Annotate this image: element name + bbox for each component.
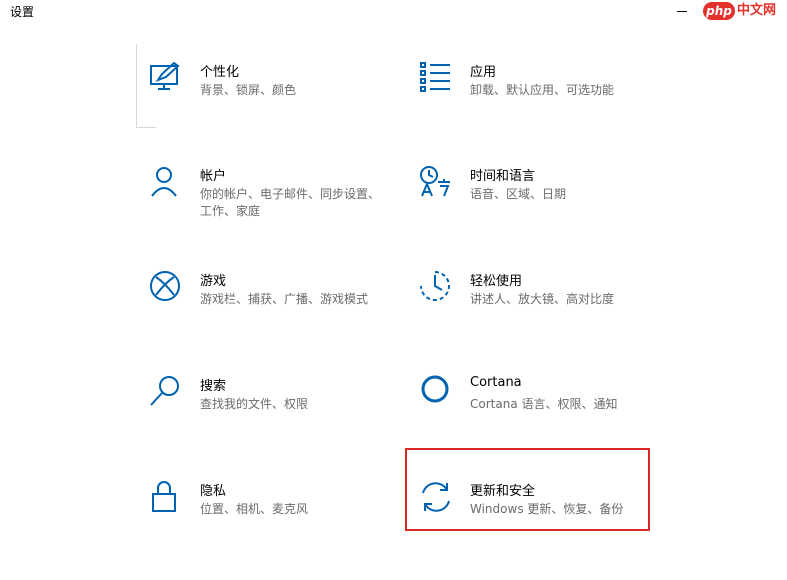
- search-icon: [148, 374, 184, 410]
- cortana-icon: [418, 374, 454, 410]
- time-language-icon: [418, 164, 454, 200]
- focus-outline-bottom: [136, 127, 156, 128]
- tile-time-language[interactable]: 时间和语言 语音、区域、日期: [418, 164, 658, 224]
- tile-title: 游戏: [200, 274, 227, 289]
- tile-cortana[interactable]: Cortana Cortana 语言、权限、通知: [418, 374, 658, 434]
- tile-search[interactable]: 搜索 查找我的文件、权限: [148, 374, 388, 434]
- apps-icon: [418, 60, 454, 96]
- tile-description: 卸载、默认应用、可选功能: [470, 83, 615, 97]
- tile-description: 语音、区域、日期: [470, 187, 567, 201]
- minimize-button[interactable]: [670, 0, 694, 22]
- tile-privacy[interactable]: 隐私 位置、相机、麦克风: [148, 479, 388, 539]
- account-icon: [148, 164, 184, 200]
- title-bar: 设置 php 中文网: [0, 0, 787, 24]
- personalization-icon: [148, 60, 184, 96]
- tile-description: 背景、锁屏、颜色: [200, 83, 297, 97]
- tile-title: 搜索: [200, 379, 227, 394]
- tile-description: Cortana 语言、权限、通知: [470, 397, 618, 411]
- ease-of-access-icon: [418, 269, 454, 305]
- highlight-box: [405, 448, 650, 531]
- tile-title: 轻松使用: [470, 274, 523, 289]
- tile-title: 时间和语言: [470, 169, 536, 184]
- xbox-icon: [148, 269, 184, 305]
- tile-apps[interactable]: 应用 卸载、默认应用、可选功能: [418, 60, 658, 120]
- tile-description: 游戏栏、捕获、广播、游戏模式: [200, 292, 369, 306]
- tile-gaming[interactable]: 游戏 游戏栏、捕获、广播、游戏模式: [148, 269, 388, 329]
- lock-icon: [148, 479, 184, 515]
- watermark-badge: php: [703, 2, 735, 20]
- focus-outline: [136, 44, 137, 128]
- tile-description: 你的帐户、电子邮件、同步设置、工作、家庭: [200, 187, 381, 218]
- window-title: 设置: [10, 5, 35, 19]
- tile-description: 查找我的文件、权限: [200, 397, 309, 411]
- tile-ease-of-access[interactable]: 轻松使用 讲述人、放大镜、高对比度: [418, 269, 658, 329]
- tile-title: Cortana: [470, 375, 522, 390]
- tile-title: 帐户: [200, 169, 227, 184]
- tile-description: 位置、相机、麦克风: [200, 502, 309, 516]
- tile-personalization[interactable]: 个性化 背景、锁屏、颜色: [148, 60, 388, 120]
- tile-title: 应用: [470, 65, 497, 80]
- tile-description: 讲述人、放大镜、高对比度: [470, 292, 615, 306]
- watermark-text: 中文网: [737, 3, 777, 18]
- tile-title: 隐私: [200, 484, 227, 499]
- tile-accounts[interactable]: 帐户 你的帐户、电子邮件、同步设置、工作、家庭: [148, 164, 388, 224]
- watermark: php 中文网: [703, 2, 787, 20]
- tile-title: 个性化: [200, 65, 240, 80]
